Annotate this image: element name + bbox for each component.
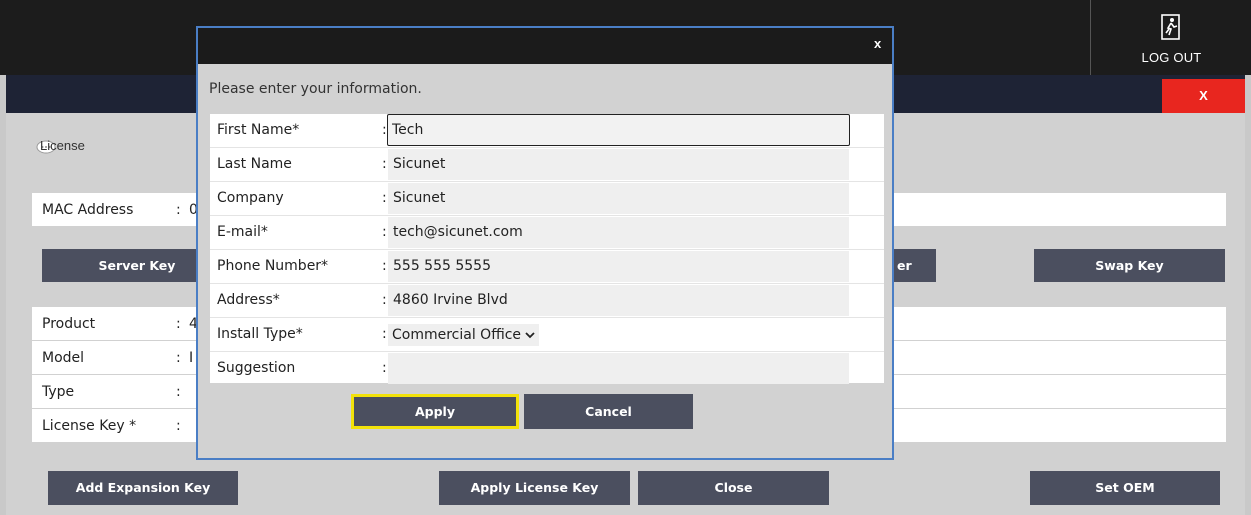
model-value: I bbox=[189, 350, 194, 366]
product-label: Product bbox=[42, 316, 96, 332]
install-type-colon: : bbox=[382, 326, 387, 342]
form-row-last-name: Last Name : bbox=[210, 148, 884, 182]
form-row-email: E-mail* : bbox=[210, 216, 884, 250]
chevron-down-icon bbox=[525, 332, 535, 339]
dialog-prompt: Please enter your information. bbox=[209, 81, 422, 97]
user-info-dialog: x Please enter your information. First N… bbox=[196, 26, 894, 460]
install-type-label: Install Type* bbox=[217, 326, 303, 342]
cancel-button[interactable]: Cancel bbox=[524, 394, 693, 429]
form-row-phone: Phone Number* : bbox=[210, 250, 884, 284]
logout-button[interactable]: LOG OUT bbox=[1090, 0, 1251, 75]
type-colon: : bbox=[176, 384, 181, 400]
email-label: E-mail* bbox=[217, 224, 268, 240]
logout-label: LOG OUT bbox=[1141, 50, 1202, 65]
license-key-colon: : bbox=[176, 418, 181, 434]
form-row-suggestion: Suggestion : bbox=[210, 352, 884, 386]
form-row-address: Address* : bbox=[210, 284, 884, 318]
company-label: Company bbox=[217, 190, 284, 206]
set-oem-button[interactable]: Set OEM bbox=[1030, 471, 1220, 505]
form-row-first-name: First Name* : bbox=[210, 114, 884, 148]
dialog-titlebar bbox=[198, 28, 892, 64]
exit-door-icon bbox=[1161, 14, 1180, 40]
address-label: Address* bbox=[217, 292, 280, 308]
model-label: Model bbox=[42, 350, 85, 366]
dialog-close-button[interactable]: x bbox=[874, 36, 881, 51]
company-input[interactable] bbox=[388, 183, 849, 214]
company-colon: : bbox=[382, 190, 387, 206]
close-button[interactable]: Close bbox=[638, 471, 829, 505]
mac-address-label: MAC Address bbox=[42, 202, 134, 218]
install-type-select[interactable]: Commercial Office bbox=[388, 324, 540, 346]
model-colon: : bbox=[176, 350, 181, 366]
hidden-button-partial[interactable]: er bbox=[894, 249, 936, 282]
last-name-label: Last Name bbox=[217, 156, 292, 172]
suggestion-colon: : bbox=[382, 360, 387, 376]
mac-address-colon: : bbox=[176, 202, 181, 218]
suggestion-input[interactable] bbox=[388, 353, 849, 384]
apply-button[interactable]: Apply bbox=[351, 394, 519, 429]
info-form: First Name* : Last Name : Company : E-ma… bbox=[210, 114, 884, 386]
suggestion-label: Suggestion bbox=[217, 360, 296, 376]
last-name-colon: : bbox=[382, 156, 387, 172]
type-label: Type bbox=[42, 384, 75, 400]
form-row-install-type: Install Type* : Commercial Office bbox=[210, 318, 884, 352]
product-colon: : bbox=[176, 316, 181, 332]
first-name-colon: : bbox=[382, 122, 387, 138]
first-name-input[interactable] bbox=[387, 114, 850, 146]
phone-label: Phone Number* bbox=[217, 258, 329, 274]
email-input[interactable] bbox=[388, 217, 849, 248]
address-colon: : bbox=[382, 292, 387, 308]
apply-license-key-button[interactable]: Apply License Key bbox=[439, 471, 630, 505]
first-name-label: First Name* bbox=[217, 122, 300, 138]
panel-title: License bbox=[40, 138, 85, 153]
add-expansion-key-button[interactable]: Add Expansion Key bbox=[48, 471, 238, 505]
panel-close-button[interactable]: X bbox=[1162, 79, 1245, 113]
address-input[interactable] bbox=[388, 285, 849, 316]
install-type-value: Commercial Office bbox=[392, 327, 522, 343]
phone-colon: : bbox=[382, 258, 387, 274]
phone-input[interactable] bbox=[388, 251, 849, 282]
email-colon: : bbox=[382, 224, 387, 240]
last-name-input[interactable] bbox=[388, 149, 849, 180]
form-row-company: Company : bbox=[210, 182, 884, 216]
swap-key-button[interactable]: Swap Key bbox=[1034, 249, 1225, 282]
license-key-label: License Key * bbox=[42, 418, 137, 434]
